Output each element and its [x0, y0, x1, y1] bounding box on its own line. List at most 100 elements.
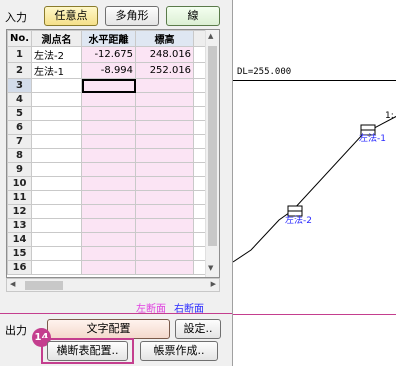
cell-elevation[interactable]: [135, 162, 195, 177]
table-row[interactable]: 9: [7, 162, 209, 177]
row-number: 15: [7, 246, 33, 261]
cell-horizontal-distance[interactable]: [81, 260, 137, 275]
cell-point-name[interactable]: [31, 148, 83, 163]
row-number: 10: [7, 176, 33, 191]
cell-elevation[interactable]: [135, 106, 195, 121]
cell-elevation[interactable]: [135, 218, 195, 233]
cell-point-name[interactable]: [31, 120, 83, 135]
table-row[interactable]: 3: [7, 78, 209, 93]
table-row[interactable]: 10: [7, 176, 209, 191]
cross-section-placement-button[interactable]: 横断表配置..: [47, 341, 128, 361]
header-distance: 水平距離: [81, 30, 137, 47]
cell-elevation[interactable]: [135, 176, 195, 191]
arbitrary-point-button[interactable]: 任意点: [44, 6, 98, 26]
row-number: 3: [7, 78, 33, 93]
cell-point-name[interactable]: [31, 78, 83, 93]
cell-point-name[interactable]: [31, 176, 83, 191]
row-number: 4: [7, 92, 33, 107]
cell-point-name[interactable]: [31, 162, 83, 177]
cell-elevation[interactable]: [135, 190, 195, 205]
cell-elevation[interactable]: [135, 232, 195, 247]
scroll-left-icon[interactable]: ◀: [10, 280, 15, 288]
cell-point-name[interactable]: 左法-2: [31, 46, 83, 63]
cell-horizontal-distance[interactable]: [81, 106, 137, 121]
corner-text: 1:: [385, 111, 394, 121]
cell-horizontal-distance[interactable]: [81, 246, 137, 261]
table-row[interactable]: 16: [7, 260, 209, 275]
cell-elevation[interactable]: [135, 78, 195, 93]
cell-horizontal-distance[interactable]: [81, 78, 137, 93]
row-number: 12: [7, 204, 33, 219]
horizontal-scroll-thumb[interactable]: [25, 281, 63, 290]
cell-point-name[interactable]: [31, 106, 83, 121]
scroll-down-icon[interactable]: ▼: [208, 264, 213, 272]
cell-point-name[interactable]: [31, 190, 83, 205]
table-row[interactable]: 12: [7, 204, 209, 219]
cell-point-name[interactable]: [31, 260, 83, 275]
settings-button[interactable]: 設定..: [175, 319, 221, 339]
table-row[interactable]: 11: [7, 190, 209, 205]
point-table: No. 測点名 水平距離 標高 1 左法-2 -12.675 248.016 2 左法-1…: [6, 29, 220, 278]
cell-point-name[interactable]: 左法-1: [31, 62, 83, 79]
scroll-right-icon[interactable]: ▶: [211, 280, 216, 288]
data-grid: No. 測点名 水平距離 標高 1 左法-2 -12.675 248.016 2 左法-1…: [7, 30, 209, 275]
row-number: 7: [7, 134, 33, 149]
point-label-left-1: 左法-1: [359, 132, 386, 144]
separator-line: [0, 313, 232, 314]
cell-horizontal-distance[interactable]: [81, 120, 137, 135]
cell-elevation[interactable]: [135, 92, 195, 107]
cell-elevation[interactable]: [135, 260, 195, 275]
row-number: 16: [7, 260, 33, 275]
datum-label: DL=255.000: [237, 67, 291, 77]
table-row[interactable]: 4: [7, 92, 209, 107]
vertical-scroll-thumb[interactable]: [208, 46, 217, 246]
cell-elevation[interactable]: [135, 120, 195, 135]
cell-point-name[interactable]: [31, 218, 83, 233]
table-row[interactable]: 5: [7, 106, 209, 121]
cell-horizontal-distance[interactable]: -12.675: [81, 46, 137, 63]
cell-point-name[interactable]: [31, 232, 83, 247]
header-elevation: 標高: [135, 30, 195, 47]
row-number: 9: [7, 162, 33, 177]
cell-elevation[interactable]: [135, 204, 195, 219]
table-row[interactable]: 15: [7, 246, 209, 261]
cell-elevation[interactable]: 248.016: [135, 46, 195, 63]
table-row[interactable]: 1 左法-2 -12.675 248.016: [7, 46, 209, 63]
polygon-button[interactable]: 多角形: [105, 6, 159, 26]
cell-horizontal-distance[interactable]: [81, 204, 137, 219]
cell-elevation[interactable]: [135, 148, 195, 163]
horizontal-scrollbar[interactable]: ◀ ▶: [6, 278, 220, 292]
cell-horizontal-distance[interactable]: [81, 232, 137, 247]
cell-point-name[interactable]: [31, 204, 83, 219]
table-row[interactable]: 7: [7, 134, 209, 149]
cell-elevation[interactable]: [135, 246, 195, 261]
cell-horizontal-distance[interactable]: [81, 92, 137, 107]
text-placement-button[interactable]: 文字配置: [47, 319, 170, 339]
cell-horizontal-distance[interactable]: [81, 162, 137, 177]
drawing-canvas[interactable]: DL=255.000 左法-2 左法-1 1:: [232, 0, 396, 366]
table-row[interactable]: 2 左法-1 -8.994 252.016: [7, 62, 209, 79]
cell-point-name[interactable]: [31, 134, 83, 149]
table-row[interactable]: 14: [7, 232, 209, 247]
table-row[interactable]: 6: [7, 120, 209, 135]
row-number: 13: [7, 218, 33, 233]
cell-elevation[interactable]: [135, 134, 195, 149]
scroll-up-icon[interactable]: ▲: [208, 32, 213, 40]
cell-horizontal-distance[interactable]: -8.994: [81, 62, 137, 79]
table-row[interactable]: 8: [7, 148, 209, 163]
cell-horizontal-distance[interactable]: [81, 148, 137, 163]
line-button[interactable]: 線: [166, 6, 220, 26]
ledger-create-button[interactable]: 帳票作成..: [140, 341, 218, 361]
cell-horizontal-distance[interactable]: [81, 190, 137, 205]
cell-horizontal-distance[interactable]: [81, 134, 137, 149]
cell-horizontal-distance[interactable]: [81, 176, 137, 191]
cross-section-drawing: DL=255.000 左法-2 左法-1 1:: [233, 67, 396, 315]
cell-point-name[interactable]: [31, 92, 83, 107]
cell-point-name[interactable]: [31, 246, 83, 261]
cell-horizontal-distance[interactable]: [81, 218, 137, 233]
cell-elevation[interactable]: 252.016: [135, 62, 195, 79]
vertical-scrollbar[interactable]: ▲ ▼: [205, 30, 219, 277]
row-number: 11: [7, 190, 33, 205]
table-row[interactable]: 13: [7, 218, 209, 233]
left-panel: 入力 任意点 多角形 線 No. 測点名 水平距離 標高 1 左法-2 -12.67…: [0, 0, 232, 366]
